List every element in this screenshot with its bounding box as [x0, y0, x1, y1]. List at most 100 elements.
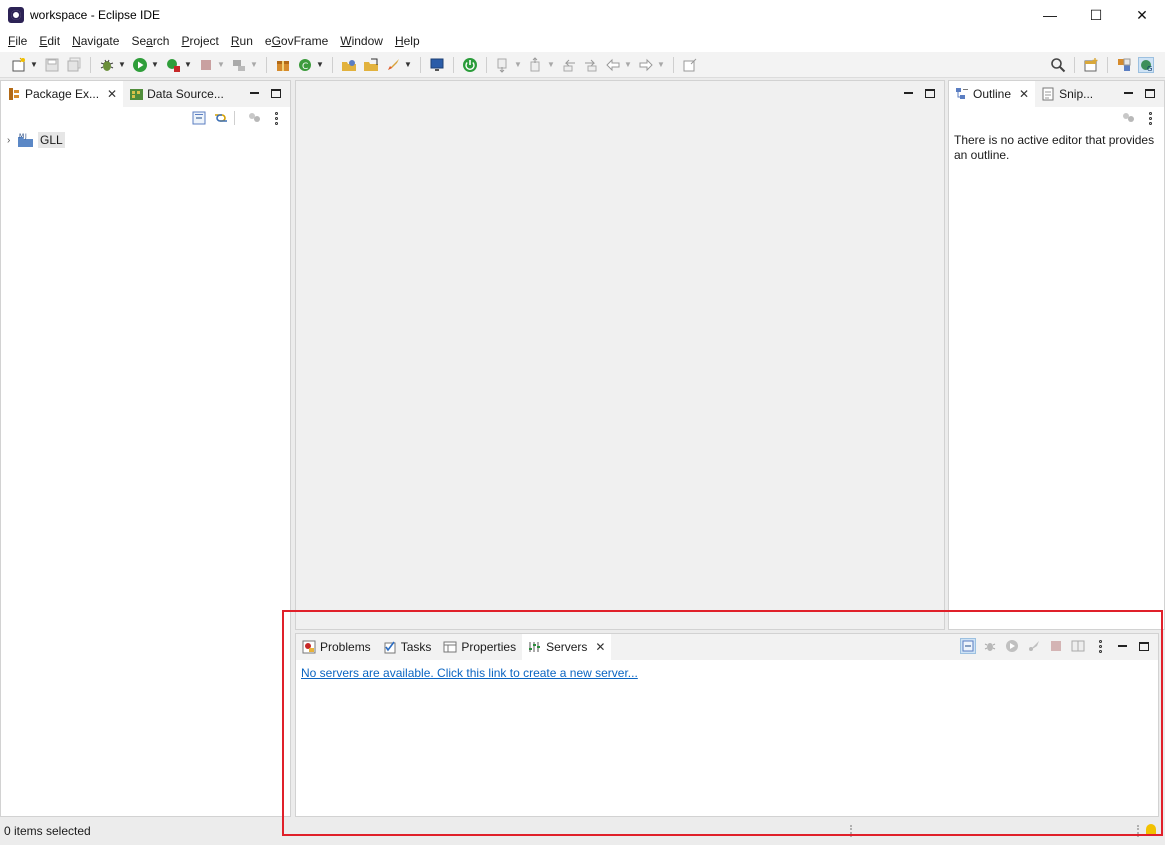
notification-icon[interactable] [1146, 824, 1156, 836]
tab-properties[interactable]: Properties [437, 634, 522, 660]
previous-annotation-dropdown-icon[interactable]: ▼ [547, 60, 555, 69]
tab-servers[interactable]: Servers ✕ [522, 634, 612, 660]
servers-panel: Problems Tasks Properties Servers ✕ No s… [295, 633, 1159, 817]
menu-run[interactable]: Run [225, 30, 259, 52]
last-edit-location-icon[interactable] [561, 57, 577, 73]
project-icon: MJ [17, 132, 35, 148]
tab-label: Servers [546, 640, 588, 654]
search-icon[interactable] [1050, 57, 1066, 73]
close-tab-icon[interactable]: ✕ [595, 640, 605, 654]
tab-problems[interactable]: Problems [296, 634, 377, 660]
profile-server-icon[interactable] [1026, 638, 1042, 654]
create-server-link[interactable]: No servers are available. Click this lin… [301, 666, 638, 681]
tab-data-source-explorer[interactable]: Data Source... [123, 81, 230, 107]
main-toolbar: ▼ ▼ ▼ ▼ ▼ ▼ C ▼ ▼ ▼ ▼ ▼ ▼ G [0, 52, 1165, 78]
collapse-all-icon[interactable] [191, 110, 207, 126]
menu-egovframe[interactable]: eGovFrame [259, 30, 334, 52]
egov-perspective-icon[interactable]: G [1138, 57, 1154, 73]
run-external-tools-icon[interactable] [165, 57, 181, 73]
refresh-class-icon[interactable]: C [297, 57, 313, 73]
close-tab-icon[interactable]: ✕ [107, 87, 117, 101]
status-bar: 0 items selected [0, 817, 1165, 845]
save-icon[interactable] [44, 57, 60, 73]
tree-item-gll[interactable]: › MJ GLL [7, 131, 65, 149]
debug-icon[interactable] [99, 57, 115, 73]
menu-project[interactable]: Project [175, 30, 224, 52]
filters-icon[interactable] [1120, 110, 1136, 126]
minimize-view-icon[interactable] [1120, 85, 1136, 101]
maximize-editor-icon[interactable] [922, 85, 938, 101]
new-wizard-icon[interactable] [11, 57, 27, 73]
run-dropdown-icon[interactable]: ▼ [151, 60, 159, 69]
stop-icon[interactable] [198, 57, 214, 73]
stop-server-icon[interactable] [1048, 638, 1064, 654]
view-menu-icon[interactable] [1142, 110, 1158, 126]
forward-dropdown-icon[interactable]: ▼ [657, 60, 665, 69]
run-icon[interactable] [132, 57, 148, 73]
filters-icon[interactable] [246, 110, 262, 126]
tab-outline[interactable]: Outline ✕ [949, 81, 1036, 107]
forward-icon[interactable] [638, 57, 654, 73]
external-tools-dropdown-icon[interactable]: ▼ [184, 60, 192, 69]
maximize-button[interactable]: ☐ [1073, 0, 1119, 30]
editor-tabbar [296, 81, 944, 107]
menu-file[interactable]: File [2, 30, 33, 52]
connect-dropdown-icon[interactable]: ▼ [250, 60, 258, 69]
menu-window[interactable]: Window [334, 30, 389, 52]
next-annotation-dropdown-icon[interactable]: ▼ [514, 60, 522, 69]
menu-navigate[interactable]: Navigate [66, 30, 125, 52]
open-perspective-icon[interactable] [1083, 57, 1099, 73]
close-tab-icon[interactable]: ✕ [1019, 87, 1029, 101]
debug-server-icon[interactable] [982, 638, 998, 654]
new-class-dropdown-icon[interactable]: ▼ [316, 60, 324, 69]
stop-dropdown-icon[interactable]: ▼ [217, 60, 225, 69]
java-ee-perspective-icon[interactable] [1116, 57, 1132, 73]
launch-icon[interactable] [385, 57, 401, 73]
minimize-view-icon[interactable] [1114, 638, 1130, 654]
next-edit-location-icon[interactable] [583, 57, 599, 73]
package-icon[interactable] [275, 57, 291, 73]
tab-label: Tasks [400, 640, 432, 654]
back-icon[interactable] [605, 57, 621, 73]
bottom-tabbar: Problems Tasks Properties Servers ✕ [296, 634, 1158, 660]
connect-icon[interactable] [231, 57, 247, 73]
pin-editor-icon[interactable] [682, 57, 698, 73]
debug-dropdown-icon[interactable]: ▼ [118, 60, 126, 69]
tab-package-explorer[interactable]: Package Ex... ✕ [1, 81, 124, 107]
close-button[interactable]: ✕ [1119, 0, 1165, 30]
next-annotation-icon[interactable] [495, 57, 511, 73]
minimize-editor-icon[interactable] [900, 85, 916, 101]
previous-annotation-icon[interactable] [528, 56, 544, 73]
start-server-icon[interactable] [1004, 638, 1020, 654]
back-dropdown-icon[interactable]: ▼ [624, 60, 632, 69]
properties-icon [443, 640, 457, 654]
maximize-view-icon[interactable] [1142, 85, 1158, 101]
tab-tasks[interactable]: Tasks [377, 634, 438, 660]
title-bar: workspace - Eclipse IDE — ☐ ✕ [0, 0, 1165, 30]
minimize-button[interactable]: — [1027, 0, 1073, 30]
menu-help[interactable]: Help [389, 30, 426, 52]
link-with-editor-icon[interactable] [213, 110, 229, 126]
menu-edit[interactable]: Edit [33, 30, 66, 52]
power-server-icon[interactable] [462, 57, 478, 73]
new-dropdown-icon[interactable]: ▼ [30, 60, 38, 69]
tab-snippets[interactable]: Snip... [1035, 81, 1099, 107]
minimize-view-icon[interactable] [246, 85, 262, 101]
maximize-view-icon[interactable] [268, 85, 284, 101]
open-type-icon[interactable] [341, 57, 357, 73]
outline-icon [955, 87, 969, 101]
outline-tabbar: Outline ✕ Snip... [949, 81, 1164, 107]
collapse-all-icon[interactable] [960, 638, 976, 654]
menu-search[interactable]: Search [125, 30, 175, 52]
chevron-right-icon[interactable]: › [7, 135, 17, 146]
view-menu-icon[interactable] [1092, 638, 1108, 654]
launch-dropdown-icon[interactable]: ▼ [404, 60, 412, 69]
package-explorer-icon [7, 87, 21, 101]
monitor-icon[interactable] [429, 57, 445, 73]
project-label: GLL [38, 132, 65, 148]
save-all-icon[interactable] [66, 57, 82, 73]
maximize-view-icon[interactable] [1136, 638, 1152, 654]
open-resource-icon[interactable] [363, 57, 379, 73]
view-menu-icon[interactable] [268, 110, 284, 126]
publish-server-icon[interactable] [1070, 638, 1086, 654]
